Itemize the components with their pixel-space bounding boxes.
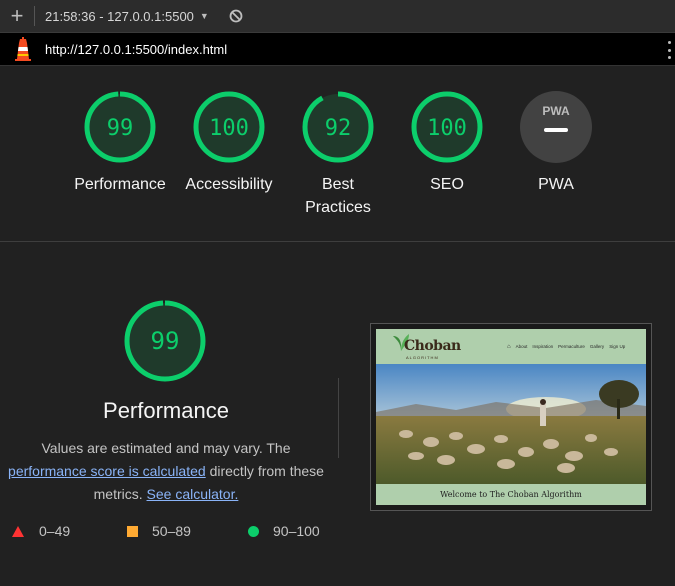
- circle-icon: [248, 525, 259, 537]
- performance-description: Values are estimated and may vary. The p…: [8, 437, 324, 506]
- site-nav-link: Permaculture: [558, 344, 585, 349]
- clear-icon[interactable]: [229, 9, 243, 23]
- site-nav-link: Inspiration: [532, 344, 554, 349]
- more-options-icon[interactable]: [668, 41, 672, 59]
- gauge-label: SEO: [430, 176, 464, 193]
- see-calculator-link[interactable]: See calculator.: [147, 486, 239, 502]
- gauge-ring: 100: [193, 91, 265, 163]
- gauge-score: 100: [209, 116, 249, 141]
- square-icon: [127, 525, 138, 537]
- gauge-score: 99: [107, 116, 134, 141]
- gauge-label: Performance: [74, 176, 166, 193]
- final-screenshot[interactable]: Choban ALGORITHM ⌂ About Inspiration Per…: [370, 323, 652, 511]
- pwa-badge-text: PWA: [542, 104, 570, 118]
- new-report-button[interactable]: +: [0, 0, 34, 33]
- report-url[interactable]: http://127.0.0.1:5500/index.html: [45, 42, 227, 57]
- gauge-score: 100: [427, 116, 467, 141]
- vertical-separator: [338, 378, 339, 458]
- gauge-pwa[interactable]: PWA PWA: [506, 91, 606, 196]
- legend-average: 50–89: [127, 523, 191, 539]
- gauge-label: Accessibility: [185, 176, 273, 193]
- gauge-best-practices[interactable]: 92 Best Practices: [288, 91, 388, 219]
- gauge-score: 92: [325, 116, 352, 141]
- gauge-label: Best Practices: [305, 176, 371, 216]
- legend-label: 90–100: [273, 523, 320, 539]
- site-footer-banner: Welcome to The Choban Algorithm: [376, 484, 646, 505]
- legend-label: 50–89: [152, 523, 191, 539]
- pwa-dash: [544, 128, 568, 132]
- legend-label: 0–49: [39, 523, 71, 539]
- pwa-badge-icon: PWA: [520, 91, 592, 163]
- hero-photo: [376, 364, 646, 484]
- performance-title: Performance: [103, 398, 229, 423]
- performance-big-score: 99: [151, 327, 180, 355]
- score-calculation-link[interactable]: performance score is calculated: [8, 463, 206, 479]
- report-selector-label: 21:58:36 - 127.0.0.1:5500: [45, 8, 194, 24]
- report-selector[interactable]: 21:58:36 - 127.0.0.1:5500 ▼: [45, 9, 209, 24]
- desc-text: Values are estimated and may vary. The: [41, 440, 291, 456]
- site-brand-sub: ALGORITHM: [406, 355, 439, 360]
- site-nav-link: About: [515, 344, 528, 349]
- site-header: Choban ALGORITHM ⌂ About Inspiration Per…: [376, 329, 646, 364]
- home-icon: ⌂: [507, 344, 511, 350]
- site-nav-link: Gallery: [589, 344, 605, 349]
- site-nav: ⌂ About Inspiration Permaculture Gallery…: [507, 344, 625, 350]
- gauge-ring: 100: [411, 91, 483, 163]
- gauge-performance[interactable]: 99 Performance: [70, 91, 170, 196]
- lighthouse-logo-icon: [15, 37, 31, 61]
- toolbar-separator: [34, 6, 35, 26]
- site-brand: Choban: [404, 338, 461, 354]
- gauge-ring: 99: [84, 91, 156, 163]
- section-divider: [0, 241, 675, 242]
- gauge-accessibility[interactable]: 100 Accessibility: [179, 91, 279, 196]
- performance-big-gauge: 99: [124, 300, 206, 382]
- site-nav-link: Sign Up: [609, 344, 626, 349]
- triangle-icon: [12, 525, 24, 537]
- gauge-seo[interactable]: 100 SEO: [397, 91, 497, 196]
- devtools-toolbar: + 21:58:36 - 127.0.0.1:5500 ▼: [0, 0, 675, 33]
- gauge-label: PWA: [538, 176, 574, 193]
- caret-down-icon: ▼: [199, 11, 209, 21]
- report-url-bar: http://127.0.0.1:5500/index.html: [0, 33, 675, 66]
- legend-fail: 0–49: [12, 523, 70, 539]
- screenshot-content: Choban ALGORITHM ⌂ About Inspiration Per…: [376, 329, 646, 505]
- gauge-ring: 92: [302, 91, 374, 163]
- legend-pass: 90–100: [248, 523, 320, 539]
